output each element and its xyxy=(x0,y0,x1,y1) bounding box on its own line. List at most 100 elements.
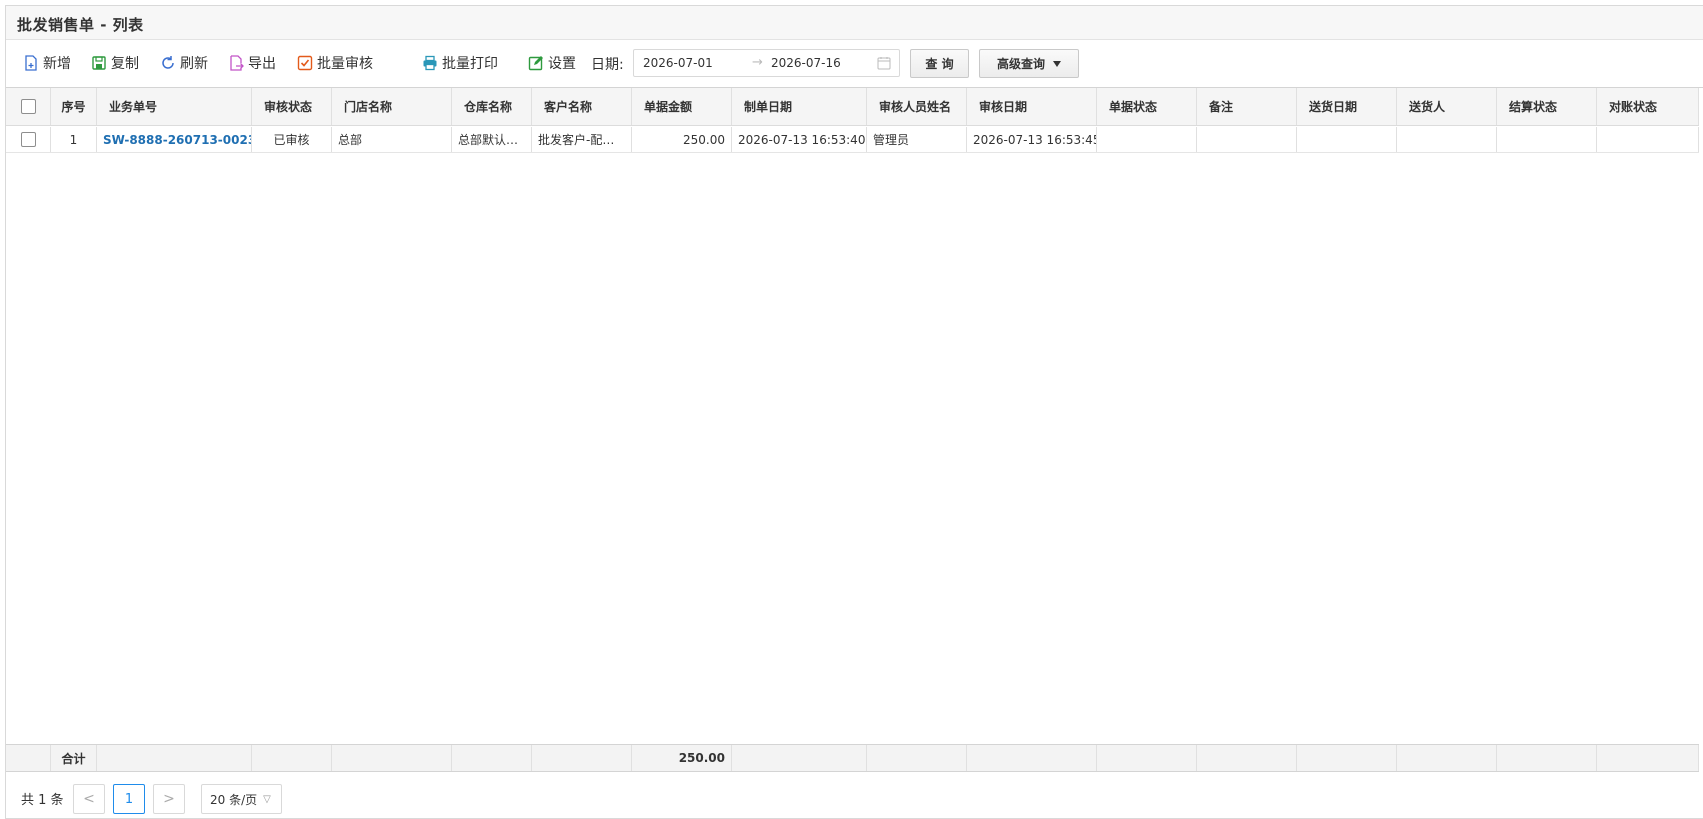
printer-icon xyxy=(423,55,437,71)
batch-print-button[interactable]: 批量打印 xyxy=(422,51,498,75)
col-header[interactable]: 对账状态 xyxy=(1597,88,1699,125)
caret-down-icon xyxy=(1053,60,1061,67)
created-date-cell: 2026-07-13 16:53:40 xyxy=(732,127,867,152)
total-count: 共 1 条 xyxy=(21,793,64,808)
prev-page-button[interactable]: < xyxy=(73,784,105,814)
table-header: 序号 业务单号 审核状态 门店名称 仓库名称 客户名称 单据金额 制单日期 审核… xyxy=(6,88,1699,126)
edit-settings-icon xyxy=(528,56,543,71)
col-header[interactable]: 序号 xyxy=(51,88,97,125)
order-no-link[interactable]: SW-8888-260713-0023 xyxy=(103,133,251,147)
col-header[interactable]: 审核人员姓名 xyxy=(867,88,967,125)
select-all-checkbox[interactable] xyxy=(20,99,36,114)
summary-cell xyxy=(532,745,632,771)
settings-button-label: 设置 xyxy=(548,56,576,72)
save-copy-icon xyxy=(92,56,106,70)
col-header[interactable]: 送货日期 xyxy=(1297,88,1397,125)
reconcile-status-cell xyxy=(1597,127,1699,152)
table-row[interactable]: 1 SW-8888-260713-0023 已审核 总部 总部默认… 批发客户-… xyxy=(6,127,1699,153)
summary-cell xyxy=(732,745,867,771)
title-bar: 批发销售单 - 列表 xyxy=(6,6,1703,40)
summary-cell xyxy=(452,745,532,771)
col-header[interactable]: 审核状态 xyxy=(252,88,332,125)
summary-cell xyxy=(967,745,1097,771)
amount-cell: 250.00 xyxy=(632,127,732,152)
date-range-picker[interactable]: 2026-07-01 → 2026-07-16 xyxy=(633,49,900,77)
col-header[interactable]: 制单日期 xyxy=(732,88,867,125)
date-arrow: → xyxy=(752,55,763,70)
warehouse-cell: 总部默认… xyxy=(452,127,532,152)
page-size-select[interactable]: 20 条/页 ▽ xyxy=(201,784,282,814)
copy-button[interactable]: 复制 xyxy=(91,51,139,75)
settings-button[interactable]: 设置 xyxy=(528,51,576,75)
new-button-label: 新增 xyxy=(43,56,71,72)
summary-cell xyxy=(252,745,332,771)
summary-spacer xyxy=(6,745,51,771)
date-label: 日期: xyxy=(591,57,624,73)
list-panel: 批发销售单 - 列表 新增 复制 刷新 导出 批量审核 批量打印 设置 日期: … xyxy=(5,5,1703,819)
col-header[interactable]: 业务单号 xyxy=(97,88,252,125)
col-header[interactable]: 送货人 xyxy=(1397,88,1497,125)
chevron-down-icon: ▽ xyxy=(263,793,271,805)
summary-cell xyxy=(1597,745,1699,771)
new-button[interactable]: 新增 xyxy=(23,51,71,75)
summary-cell xyxy=(1497,745,1597,771)
data-grid: 序号 业务单号 审核状态 门店名称 仓库名称 客户名称 单据金额 制单日期 审核… xyxy=(6,87,1703,741)
refresh-button[interactable]: 刷新 xyxy=(160,51,208,75)
refresh-icon xyxy=(162,56,174,69)
page-number-button[interactable]: 1 xyxy=(113,784,145,814)
audit-status-cell: 已审核 xyxy=(252,127,332,152)
row-checkbox[interactable] xyxy=(20,132,36,147)
next-page-button[interactable]: > xyxy=(153,784,185,814)
export-button[interactable]: 导出 xyxy=(228,51,276,75)
summary-cell xyxy=(1297,745,1397,771)
summary-row: 合计 250.00 xyxy=(6,744,1699,772)
col-header[interactable]: 备注 xyxy=(1197,88,1297,125)
row-index: 1 xyxy=(51,127,97,152)
order-no-cell: SW-8888-260713-0023 xyxy=(97,127,252,152)
col-header[interactable]: 审核日期 xyxy=(967,88,1097,125)
summary-cell xyxy=(97,745,252,771)
summary-cell xyxy=(1197,745,1297,771)
summary-label: 合计 xyxy=(51,745,97,771)
col-header[interactable]: 单据状态 xyxy=(1097,88,1197,125)
summary-cell xyxy=(1397,745,1497,771)
pagination: 共 1 条 < 1 > 20 条/页 ▽ xyxy=(6,774,1703,819)
advanced-query-label: 高级查询 xyxy=(996,57,1045,71)
col-header[interactable]: 仓库名称 xyxy=(452,88,532,125)
export-button-label: 导出 xyxy=(248,56,276,72)
customer-cell: 批发客户-配… xyxy=(532,127,632,152)
page-title: 批发销售单 - 列表 xyxy=(17,16,144,34)
toolbar: 新增 复制 刷新 导出 批量审核 批量打印 设置 日期: 2026-07-01 xyxy=(6,41,1703,86)
audit-date-cell: 2026-07-13 16:53:45 xyxy=(967,127,1097,152)
date-end[interactable]: 2026-07-16 xyxy=(771,56,841,70)
summary-amount: 250.00 xyxy=(632,745,732,771)
export-icon xyxy=(230,55,244,71)
advanced-query-button[interactable]: 高级查询 xyxy=(979,49,1079,78)
row-select-cell xyxy=(6,127,51,152)
batch-audit-button-label: 批量审核 xyxy=(317,56,373,72)
batch-print-button-label: 批量打印 xyxy=(442,56,498,72)
page-size-value: 20 条/页 xyxy=(210,792,258,807)
store-cell: 总部 xyxy=(332,127,452,152)
date-start[interactable]: 2026-07-01 xyxy=(643,56,713,70)
summary-cell xyxy=(1097,745,1197,771)
doc-status-cell xyxy=(1097,127,1197,152)
calendar-icon[interactable] xyxy=(877,56,891,70)
col-header[interactable]: 客户名称 xyxy=(532,88,632,125)
remark-cell xyxy=(1197,127,1297,152)
auditor-cell: 管理员 xyxy=(867,127,967,152)
refresh-button-label: 刷新 xyxy=(180,56,208,72)
query-button[interactable]: 查 询 xyxy=(910,49,969,78)
col-header[interactable]: 结算状态 xyxy=(1497,88,1597,125)
delivery-date-cell xyxy=(1297,127,1397,152)
summary-cell xyxy=(332,745,452,771)
summary-cell xyxy=(867,745,967,771)
copy-button-label: 复制 xyxy=(111,56,139,72)
delivery-person-cell xyxy=(1397,127,1497,152)
new-file-icon xyxy=(25,55,37,71)
batch-audit-button[interactable]: 批量审核 xyxy=(297,51,373,75)
select-all-cell xyxy=(6,88,51,125)
col-header[interactable]: 单据金额 xyxy=(632,88,732,125)
check-box-icon xyxy=(297,55,313,71)
col-header[interactable]: 门店名称 xyxy=(332,88,452,125)
